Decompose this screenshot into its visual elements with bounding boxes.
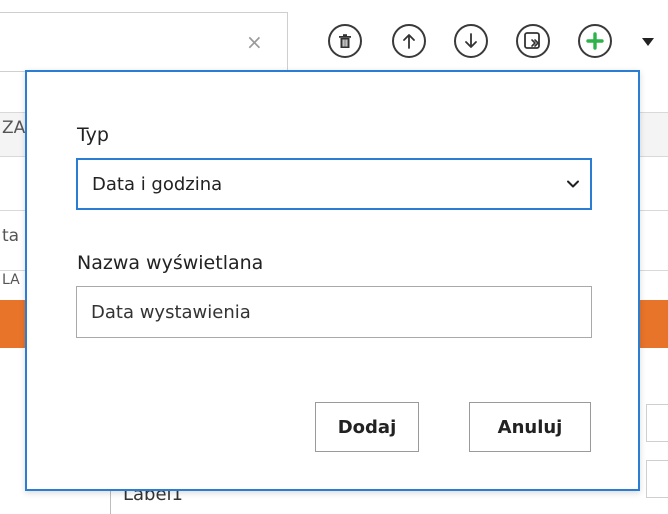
type-select-value: Data i godzina (92, 173, 223, 195)
background-cell[interactable] (646, 404, 668, 442)
clear-search-icon[interactable]: × (246, 32, 263, 52)
export-button[interactable] (516, 24, 550, 58)
cancel-button[interactable]: Anuluj (469, 402, 591, 452)
type-select[interactable]: Data i godzina (76, 158, 592, 210)
move-down-button[interactable] (454, 24, 488, 58)
arrow-up-icon (403, 34, 415, 49)
move-up-button[interactable] (392, 24, 426, 58)
display-name-input[interactable] (76, 286, 592, 338)
background-cell[interactable] (646, 460, 668, 498)
background-search-input[interactable] (0, 12, 288, 72)
add-column-dialog: Typ Data i godzina Nazwa wyświetlana Dod… (25, 70, 640, 491)
arrow-down-icon (465, 33, 477, 48)
delete-button[interactable] (328, 24, 362, 58)
add-button[interactable] (578, 24, 612, 58)
export-icon (524, 32, 540, 49)
background-text-fragment: LA (2, 272, 20, 288)
background-text-fragment: ta (2, 226, 20, 246)
trash-icon (339, 34, 351, 48)
plus-icon (586, 32, 604, 50)
add-confirm-button[interactable]: Dodaj (315, 402, 419, 452)
background-text-fragment: ZA (2, 118, 26, 138)
chevron-down-icon (567, 180, 579, 188)
type-label: Typ (77, 124, 109, 146)
display-name-label: Nazwa wyświetlana (77, 252, 264, 274)
caret-down-icon[interactable] (642, 38, 654, 46)
